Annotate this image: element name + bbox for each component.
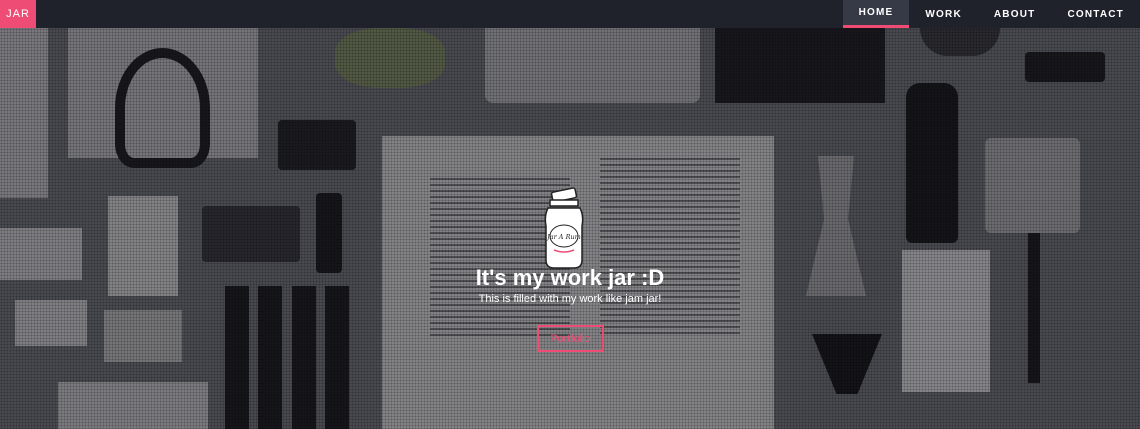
main-nav: HOME WORK ABOUT CONTACT [842,0,1140,28]
jar-logo-text: Jar A Rum [545,233,581,241]
hero-headline: It's my work jar :D [475,265,665,290]
nav-work[interactable]: WORK [909,0,977,28]
nav-home[interactable]: HOME [842,0,910,28]
nav-about[interactable]: ABOUT [978,0,1052,28]
hero-section: Jar A Rum It's my work jar :D This is fi… [0,28,1140,429]
top-navbar: JAR HOME WORK ABOUT CONTACT [0,0,1140,28]
nav-contact[interactable]: CONTACT [1051,0,1140,28]
hero-subheadline: This is filled with my work like jam jar… [478,293,662,305]
jar-logo-icon: Jar A Rum [544,187,584,269]
portfolio-button[interactable]: Portfolio [537,325,604,352]
brand-logo[interactable]: JAR [0,0,36,28]
hero-content: Jar A Rum It's my work jar :D This is fi… [0,28,1140,429]
